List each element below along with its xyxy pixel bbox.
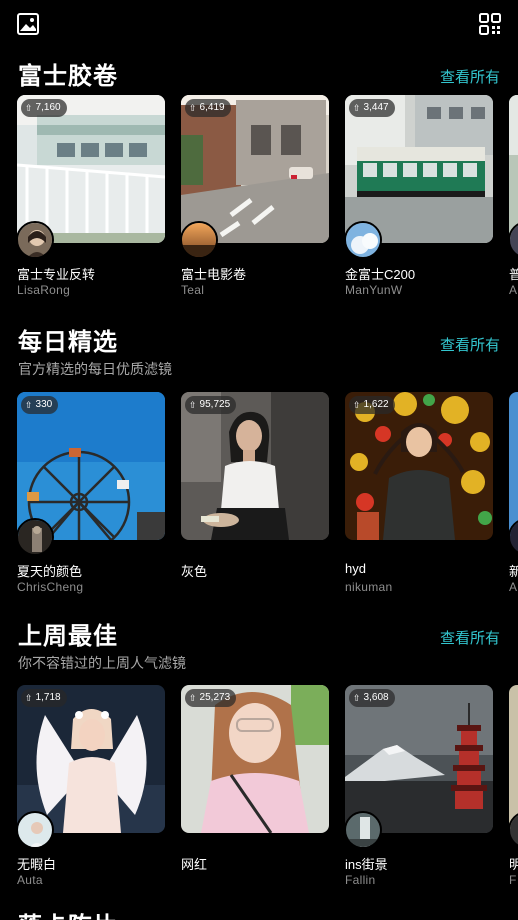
top-bar xyxy=(0,0,518,48)
upload-icon: ⇧ xyxy=(25,693,33,703)
filter-name: 金富士C200 xyxy=(345,267,416,282)
filter-thumbnail[interactable]: ⇧ 1,622 xyxy=(345,392,493,540)
download-count-badge: ⇧ 3,447 xyxy=(349,99,395,117)
filter-name: 夏天的颜色 xyxy=(17,564,83,579)
filter-name: 富士电影卷 xyxy=(181,267,247,282)
qr-code-icon[interactable] xyxy=(478,12,502,36)
filter-thumbnail[interactable] xyxy=(509,392,518,540)
section-last-week-best: 上周最佳 你不容错过的上周人气滤镜 查看所有 ⇧ 1,718 无暇白 Auta … xyxy=(0,614,518,894)
filter-thumbnail[interactable]: ⇧ 25,273 xyxy=(181,685,329,833)
upload-icon: ⇧ xyxy=(189,103,197,113)
download-count-badge: ⇧ 1,718 xyxy=(21,689,67,707)
see-all-link[interactable]: 查看所有 xyxy=(440,334,500,355)
section-subtitle: 官方精选的每日优质滤镜 xyxy=(18,361,172,377)
filter-name: ins街景 xyxy=(345,857,388,872)
card-row: ⇧ 7,160 富士专业反转 LisaRong ⇧ 6,419 富士电影卷 Te… xyxy=(17,95,518,305)
download-count-badge: ⇧ 7,160 xyxy=(21,99,67,117)
avatar[interactable] xyxy=(17,221,54,259)
author-name[interactable]: ChrisCheng xyxy=(17,580,83,594)
download-count-badge: ⇧ 3,608 xyxy=(349,689,395,707)
upload-icon: ⇧ xyxy=(189,400,197,410)
author-name[interactable]: Teal xyxy=(181,283,204,297)
section-title: 每日精选 xyxy=(18,329,118,356)
filter-thumbnail[interactable] xyxy=(509,685,518,833)
filter-name: hyd xyxy=(345,561,366,576)
author-name[interactable]: LisaRong xyxy=(17,283,70,297)
upload-icon: ⇧ xyxy=(353,400,361,410)
gallery-icon[interactable] xyxy=(16,12,40,36)
upload-icon: ⇧ xyxy=(25,103,33,113)
upload-icon: ⇧ xyxy=(353,693,361,703)
section-next: 落卡陈片 xyxy=(0,904,518,920)
card-row: ⇧ 330 夏天的颜色 ChrisCheng ⇧ 95,725 灰色 ⇧ 1,6… xyxy=(17,392,518,602)
author-name[interactable]: Fallin xyxy=(345,873,375,887)
filter-name: 富士专业反转 xyxy=(17,267,96,282)
avatar[interactable] xyxy=(17,518,54,556)
avatar[interactable] xyxy=(180,221,218,259)
filter-name: 新 xyxy=(509,564,518,579)
upload-icon: ⇧ xyxy=(25,400,33,410)
author-name[interactable]: A xyxy=(509,580,517,594)
filter-name: 灰色 xyxy=(181,564,208,579)
download-count-badge: ⇧ 330 xyxy=(21,396,59,414)
avatar[interactable] xyxy=(344,221,382,259)
author-name[interactable]: Auta xyxy=(17,873,43,887)
upload-icon: ⇧ xyxy=(353,103,361,113)
filter-thumbnail[interactable]: ⇧ 95,725 xyxy=(181,392,329,540)
see-all-link[interactable]: 查看所有 xyxy=(440,627,500,648)
author-name[interactable]: nikuman xyxy=(345,580,392,594)
see-all-link[interactable]: 查看所有 xyxy=(440,66,500,87)
download-count-badge: ⇧ 1,622 xyxy=(349,396,395,414)
section-subtitle: 你不容错过的上周人气滤镜 xyxy=(18,655,186,671)
author-name[interactable]: ManYunW xyxy=(345,283,402,297)
card-row: ⇧ 1,718 无暇白 Auta ⇧ 25,273 网红 ⇧ 3,608 ins… xyxy=(17,685,518,895)
filter-name: 普 xyxy=(509,267,518,282)
filter-name: 明 xyxy=(509,857,518,872)
avatar[interactable] xyxy=(344,811,382,849)
avatar[interactable] xyxy=(17,811,54,849)
author-name[interactable]: A xyxy=(509,283,517,297)
section-daily-picks: 每日精选 官方精选的每日优质滤镜 查看所有 ⇧ 330 夏天的颜色 ChrisC… xyxy=(0,320,518,600)
filter-thumbnail[interactable] xyxy=(509,95,518,243)
download-count-badge: ⇧ 25,273 xyxy=(185,689,237,707)
section-title: 上周最佳 xyxy=(18,623,118,650)
section-title: 富士胶卷 xyxy=(18,63,118,90)
section-title: 落卡陈片 xyxy=(18,906,118,920)
download-count-badge: ⇧ 6,419 xyxy=(185,99,231,117)
upload-icon: ⇧ xyxy=(189,693,197,703)
filter-name: 网红 xyxy=(181,857,208,872)
download-count-badge: ⇧ 95,725 xyxy=(185,396,237,414)
filter-name: 无暇白 xyxy=(17,857,57,872)
section-fuji-film: 富士胶卷 查看所有 ⇧ 7,160 富士专业反转 LisaRong ⇧ 6,41… xyxy=(0,54,518,304)
author-name[interactable]: F xyxy=(509,873,517,887)
